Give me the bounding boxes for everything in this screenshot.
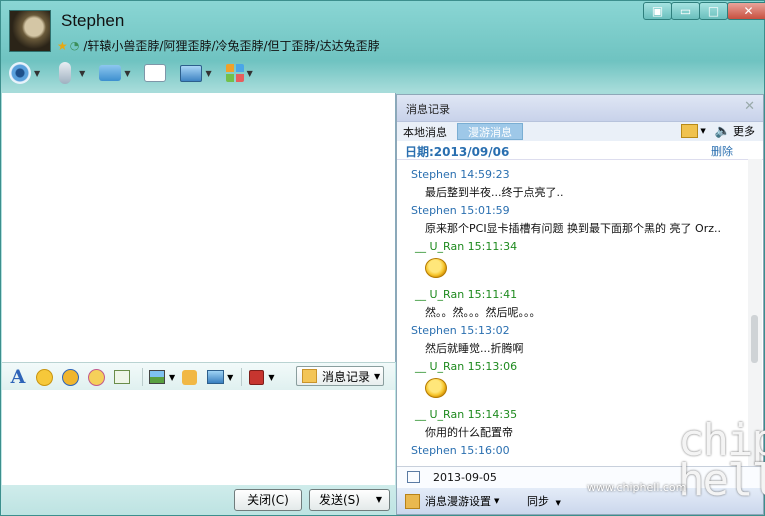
delete-link[interactable]: 删除 bbox=[711, 143, 733, 159]
close-window-button[interactable]: ✕ bbox=[727, 2, 765, 20]
date-picker-value: 2013-09-05 bbox=[433, 471, 497, 484]
tab-local-messages[interactable]: 本地消息 bbox=[403, 124, 447, 140]
book-icon bbox=[405, 493, 420, 509]
chevron-down-icon: ▼ bbox=[124, 68, 131, 78]
nudge-icon[interactable] bbox=[86, 367, 106, 387]
apps-grid-icon bbox=[225, 64, 244, 82]
message-text: 最后整到半夜...终于点亮了.. bbox=[425, 186, 564, 199]
create-discussion-button[interactable] bbox=[144, 64, 167, 82]
magic-emoji-icon[interactable] bbox=[60, 367, 80, 387]
chevron-down-icon: ▼ bbox=[374, 371, 381, 381]
folder-icon bbox=[99, 65, 122, 81]
close-icon[interactable]: ✕ bbox=[744, 99, 755, 114]
chevron-down-icon[interactable]: ▼ bbox=[268, 373, 274, 382]
remote-desktop-button[interactable]: ▼ bbox=[180, 64, 212, 82]
monitor-icon bbox=[180, 64, 203, 82]
message-sender: Stephen 15:16:00 bbox=[411, 444, 510, 457]
send-options-button[interactable]: ▼ bbox=[369, 489, 390, 511]
status-icon: ◔ bbox=[69, 39, 80, 52]
message-text: 然后就睡觉...折腾啊 bbox=[425, 342, 524, 355]
chat-window: ▣ ▭ □ ✕ Stephen ★ ◔ /轩辕小兽歪脖/阿狸歪脖/冷兔歪脖/但丁… bbox=[0, 0, 765, 516]
chat-message-area[interactable] bbox=[2, 93, 396, 362]
scrollbar-thumb[interactable] bbox=[751, 315, 758, 363]
history-button-label: 消息记录 bbox=[322, 369, 371, 384]
watermark-logo: chip hell bbox=[678, 415, 765, 506]
send-button[interactable]: 发送(S) bbox=[309, 489, 370, 511]
image-icon[interactable] bbox=[147, 367, 167, 387]
screenshot-icon[interactable] bbox=[205, 367, 225, 387]
message-text: 原来那个PCI显卡插槽有问题 换到最下面那个黑的 亮了 Orz.. bbox=[425, 222, 721, 235]
toolbar-divider bbox=[142, 368, 143, 386]
roaming-settings-label: 消息漫游设置 bbox=[425, 495, 491, 508]
smile-emoji-icon bbox=[425, 378, 447, 398]
chevron-down-icon: ▼ bbox=[555, 499, 561, 507]
emoji-icon[interactable] bbox=[34, 367, 54, 387]
voice-message-icon[interactable] bbox=[112, 367, 132, 387]
history-tools: ▼ 🔈 更多 bbox=[681, 123, 755, 139]
history-title: 消息记录 bbox=[406, 103, 450, 116]
sync-label: 同步 bbox=[527, 495, 549, 508]
history-header: 消息记录 ✕ bbox=[397, 95, 763, 122]
chevron-down-icon: ▼ bbox=[34, 68, 41, 78]
chevron-down-icon[interactable]: ▼ bbox=[227, 373, 233, 382]
message-sender: Stephen 14:59:23 bbox=[411, 168, 510, 181]
chevron-down-icon: ▼ bbox=[79, 68, 86, 78]
webcam-icon bbox=[9, 62, 31, 84]
signature-line: ★ ◔ /轩辕小兽歪脖/阿狸歪脖/冷兔歪脖/但丁歪脖/达达兔歪脖 bbox=[57, 37, 380, 54]
maximize-button[interactable]: □ bbox=[699, 2, 728, 20]
message-sender: __ U_Ran 15:13:06 bbox=[415, 360, 518, 373]
tab-roaming-messages[interactable]: 漫游消息 bbox=[457, 123, 523, 140]
video-call-button[interactable]: ▼ bbox=[9, 62, 40, 84]
message-text: 你用的什么配置帝 bbox=[425, 426, 513, 439]
microphone-icon bbox=[59, 62, 72, 84]
signature-text: /轩辕小兽歪脖/阿狸歪脖/冷兔歪脖/但丁歪脖/达达兔歪脖 bbox=[83, 39, 380, 53]
message-history-button[interactable]: 消息记录 ▼ bbox=[296, 366, 384, 386]
message-sender: Stephen 15:01:59 bbox=[411, 204, 510, 217]
format-toolbar: A ▼ ▼ ▼ 消息记录 ▼ bbox=[2, 362, 395, 391]
export-icon[interactable] bbox=[681, 124, 699, 138]
apps-button[interactable]: ▼ bbox=[225, 64, 253, 82]
chevron-down-icon: ▼ bbox=[246, 68, 253, 78]
roaming-settings-button[interactable]: 消息漫游设置 ▼ bbox=[405, 493, 499, 509]
window-controls: ▣ ▭ □ ✕ bbox=[643, 2, 765, 20]
contact-name: Stephen bbox=[61, 11, 125, 30]
message-sender: __ U_Ran 15:11:41 bbox=[415, 288, 518, 301]
font-style-icon[interactable]: A bbox=[8, 366, 28, 388]
history-icon bbox=[302, 369, 317, 383]
close-button[interactable]: 关闭(C) bbox=[234, 489, 302, 511]
voice-call-button[interactable]: ▼ bbox=[54, 62, 85, 84]
calendar-icon[interactable] bbox=[407, 471, 420, 483]
message-sender: __ U_Ran 15:14:35 bbox=[415, 408, 518, 421]
watermark-url: www.chiphell.com bbox=[587, 481, 687, 494]
toolbar-divider bbox=[241, 368, 243, 386]
date-header: 日期:2013/09/06 删除 bbox=[397, 141, 763, 160]
minimize-button[interactable]: ▭ bbox=[671, 2, 700, 20]
star-icon: ★ bbox=[57, 38, 68, 53]
message-sender: Stephen 15:13:02 bbox=[411, 324, 510, 337]
send-file-button[interactable]: ▼ bbox=[99, 65, 130, 81]
chevron-down-icon[interactable]: ▼ bbox=[169, 373, 175, 382]
music-icon[interactable] bbox=[179, 367, 199, 387]
chevron-down-icon: ▼ bbox=[494, 497, 500, 505]
history-tabs: 本地消息 漫游消息 ▼ 🔈 更多 bbox=[397, 122, 763, 141]
gift-icon[interactable] bbox=[246, 367, 266, 387]
date-label: 日期:2013/09/06 bbox=[405, 145, 510, 159]
chevron-down-icon[interactable]: ▼ bbox=[700, 127, 705, 135]
menu-button[interactable]: ▣ bbox=[643, 2, 672, 20]
message-text: 然。。然。。。然后呢。。。 bbox=[425, 306, 541, 319]
chevron-down-icon: ▼ bbox=[205, 68, 212, 78]
chat-add-icon bbox=[144, 64, 167, 82]
bottom-bar: 关闭(C) 发送(S) ▼ bbox=[2, 485, 395, 515]
smile-emoji-icon bbox=[425, 258, 447, 278]
message-sender: __ U_Ran 15:11:34 bbox=[415, 240, 518, 253]
speaker-icon[interactable]: 🔈 bbox=[715, 124, 731, 139]
top-toolbar: ▼ ▼ ▼ ▼ ▼ bbox=[9, 62, 267, 84]
more-link[interactable]: 更多 bbox=[733, 123, 755, 139]
sync-button[interactable]: 同步 ▼ bbox=[527, 493, 561, 509]
avatar[interactable] bbox=[9, 10, 51, 52]
message-input[interactable] bbox=[2, 390, 395, 485]
